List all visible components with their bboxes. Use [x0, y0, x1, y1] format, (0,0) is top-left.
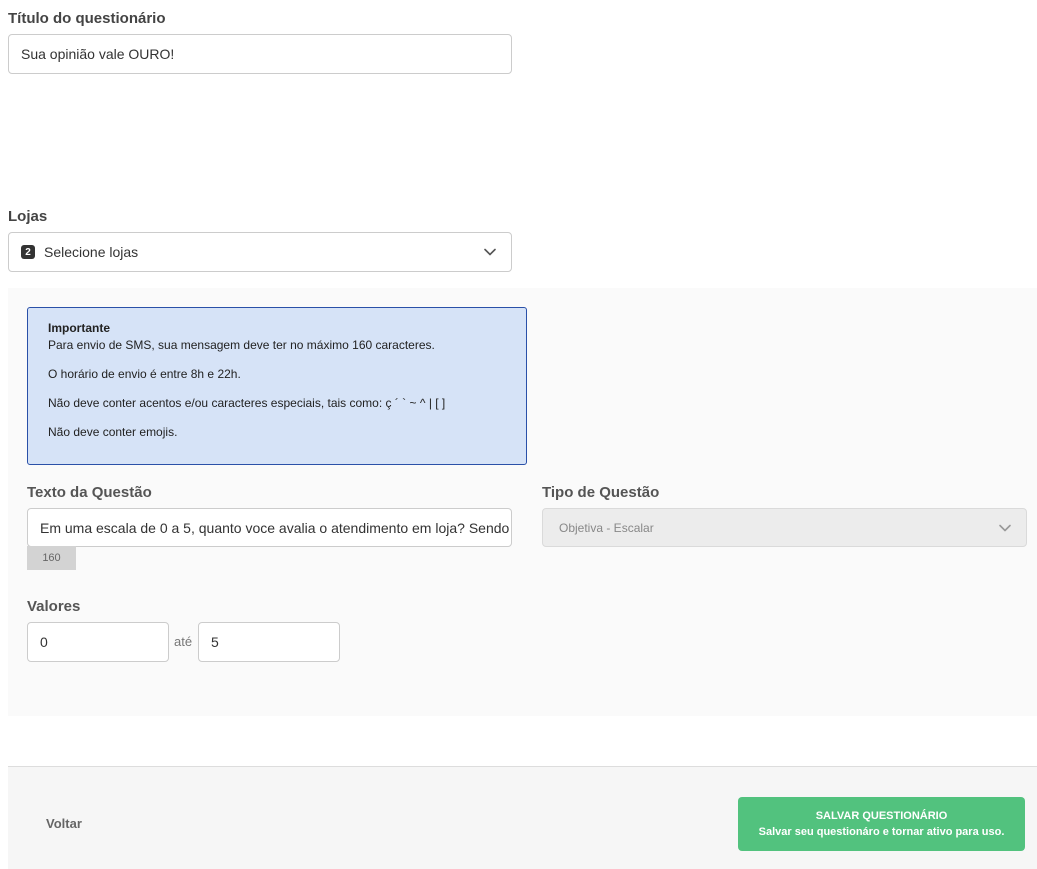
stores-select[interactable]: 2 Selecione lojas	[8, 232, 512, 272]
max-value: 5	[211, 634, 219, 650]
question-text-label: Texto da Questão	[27, 484, 152, 501]
notice-line: Não deve conter acentos e/ou caracteres …	[48, 396, 446, 410]
min-value: 0	[40, 634, 48, 650]
notice-box: Importante Para envio de SMS, sua mensag…	[27, 307, 527, 465]
char-counter: 160	[27, 546, 76, 570]
question-type-value: Objetiva - Escalar	[559, 520, 654, 535]
save-questionnaire-button[interactable]: SALVAR QUESTIONÁRIO Salvar seu questioná…	[738, 797, 1025, 851]
stores-count-badge: 2	[21, 245, 35, 259]
notice-line: Não deve conter emojis.	[48, 425, 178, 439]
values-label: Valores	[27, 598, 81, 615]
stores-label: Lojas	[8, 208, 48, 225]
max-value-input[interactable]: 5	[198, 622, 340, 662]
save-button-subtitle: Salvar seu questionáro e tornar ativo pa…	[758, 826, 1005, 838]
notice-line: Para envio de SMS, sua mensagem deve ter…	[48, 338, 435, 352]
back-button[interactable]: Voltar	[46, 816, 82, 831]
range-separator: até	[174, 634, 193, 649]
stores-placeholder: Selecione lojas	[44, 244, 139, 260]
title-input[interactable]: Sua opinião vale OURO!	[8, 34, 512, 74]
question-text-value: Em uma escala de 0 a 5, quanto voce aval…	[40, 519, 510, 536]
chevron-down-icon	[999, 524, 1011, 531]
question-type-label: Tipo de Questão	[542, 484, 660, 501]
question-type-select[interactable]: Objetiva - Escalar	[542, 508, 1027, 547]
min-value-input[interactable]: 0	[27, 622, 169, 662]
title-label: Título do questionário	[8, 10, 166, 27]
chevron-down-icon	[484, 248, 496, 256]
title-input-value: Sua opinião vale OURO!	[21, 46, 175, 62]
notice-heading: Importante	[48, 321, 111, 335]
question-text-input[interactable]: Em uma escala de 0 a 5, quanto voce aval…	[27, 508, 512, 547]
notice-line: O horário de envio é entre 8h e 22h.	[48, 367, 241, 381]
save-button-title: SALVAR QUESTIONÁRIO	[815, 810, 948, 822]
